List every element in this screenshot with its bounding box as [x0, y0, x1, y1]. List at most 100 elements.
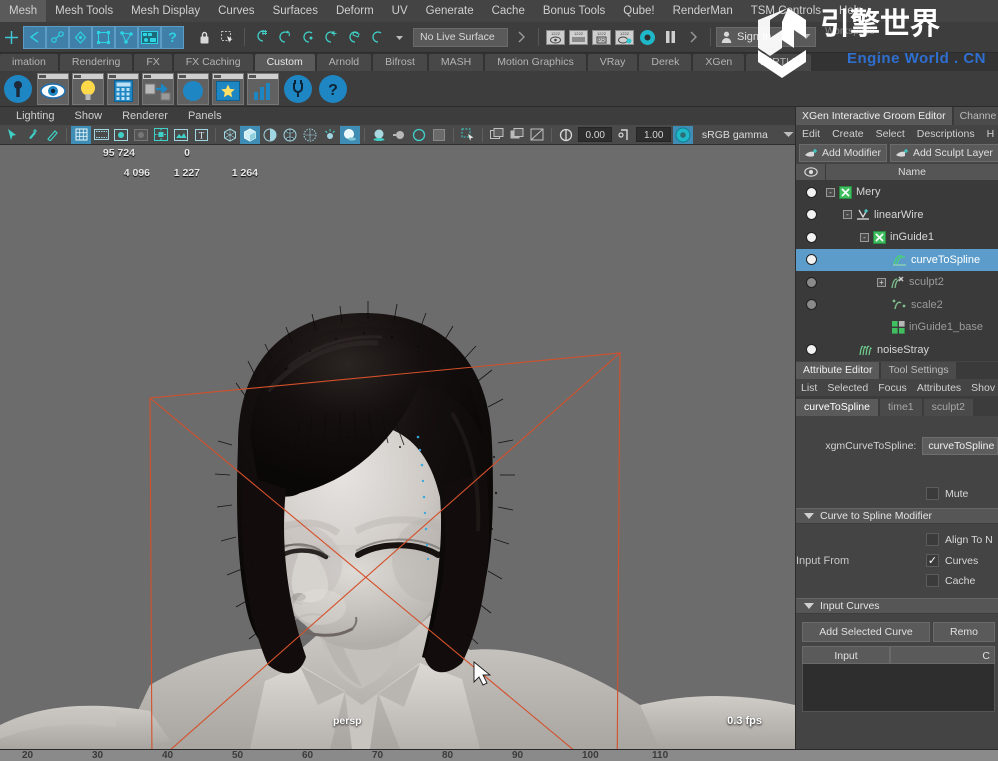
visibility-dot[interactable] — [805, 299, 817, 311]
select-mask-icon[interactable] — [216, 26, 239, 49]
render-settings-icon[interactable]: 1222 — [613, 26, 636, 49]
menu-item-qube-[interactable]: Qube! — [614, 0, 663, 22]
menu-item-cache[interactable]: Cache — [483, 0, 534, 22]
sculpt-brush-icon[interactable] — [42, 126, 62, 144]
input-curves-table-body[interactable] — [802, 664, 995, 712]
ae-menu-attributes[interactable]: Attributes — [912, 382, 966, 394]
render-current-frame-icon[interactable]: 1222 — [544, 26, 567, 49]
gamma-icon[interactable] — [614, 126, 634, 144]
shelf-tab-bifrost[interactable]: Bifrost — [373, 54, 427, 71]
menu-item-tsm-controls[interactable]: TSM Controls — [742, 0, 830, 22]
shelf-tab-turtle[interactable]: TURTLE — [746, 54, 811, 71]
menu-item-help[interactable]: Help — [830, 0, 872, 22]
expand-right-2-icon[interactable] — [682, 26, 705, 49]
input-column-header[interactable]: Input — [802, 646, 890, 664]
visibility-dot[interactable] — [805, 344, 817, 356]
ao-icon[interactable] — [369, 126, 389, 144]
select-tool-small-icon[interactable] — [2, 126, 22, 144]
chevron-down-icon[interactable] — [782, 127, 795, 143]
motion-blur-icon[interactable] — [389, 126, 409, 144]
xgen-menu-h[interactable]: H — [981, 128, 998, 140]
transfer-icon[interactable] — [142, 72, 174, 105]
viewport-menu-lighting[interactable]: Lighting — [6, 110, 65, 122]
color-transform-value[interactable]: sRGB gamma — [695, 126, 783, 143]
xgen-menu-edit[interactable]: Edit — [796, 128, 826, 140]
visibility-toggle[interactable] — [796, 254, 826, 266]
gamma-value[interactable]: 1.00 — [636, 127, 671, 142]
add-sculpt-layer-button[interactable]: Add Sculpt Layer — [889, 144, 998, 162]
exposure-value[interactable]: 0.00 — [578, 127, 613, 142]
snap-dropdown-icon[interactable] — [388, 26, 411, 49]
cache-checkbox[interactable] — [926, 574, 939, 587]
tree-row-linearwire[interactable]: - linearWire — [796, 204, 998, 227]
moon-icon[interactable] — [177, 72, 209, 105]
snap-curve-icon[interactable] — [273, 26, 296, 49]
menu-item-bonus-tools[interactable]: Bonus Tools — [534, 0, 614, 22]
node-tab-sculpt2[interactable]: sculpt2 — [923, 399, 973, 416]
grid-display-icon[interactable] — [71, 125, 91, 144]
component-edge-icon[interactable] — [115, 25, 138, 49]
expand-right-icon[interactable] — [510, 26, 533, 49]
tree-expander[interactable]: + — [877, 277, 886, 287]
eye-icon[interactable] — [37, 72, 69, 105]
component-uv-icon[interactable] — [138, 25, 161, 49]
visibility-toggle[interactable] — [796, 276, 826, 288]
xray-display-icon[interactable] — [300, 126, 320, 144]
exposure-icon[interactable] — [556, 126, 576, 144]
shelf-tab-xgen[interactable]: XGen — [693, 54, 745, 71]
xgen-menu-select[interactable]: Select — [870, 128, 911, 140]
viewport-menu-panels[interactable]: Panels — [178, 110, 232, 122]
isolate-select-icon[interactable] — [458, 126, 478, 144]
shelf-tab-vray[interactable]: VRay — [587, 54, 638, 71]
use-all-lights-icon[interactable] — [320, 126, 340, 144]
visibility-dot[interactable] — [805, 186, 817, 198]
menu-item-mesh-tools[interactable]: Mesh Tools — [46, 0, 122, 22]
tree-row-inguide1-base[interactable]: inGuide1_base — [796, 316, 998, 339]
visibility-column-header[interactable] — [796, 164, 826, 180]
ae-tab-attribute-editor[interactable]: Attribute Editor — [796, 362, 880, 379]
tree-expander[interactable]: - — [843, 210, 852, 220]
screen-space-ao-icon[interactable] — [429, 126, 449, 144]
menu-item-curves[interactable]: Curves — [209, 0, 263, 22]
time-slider[interactable]: 20 30 40 50 60 70 80 90 100 110 — [0, 749, 998, 761]
xgen-tab-channe[interactable]: Channe — [953, 107, 998, 125]
node-name-field[interactable]: curveToSpline — [922, 437, 998, 455]
snap-projected-icon[interactable] — [319, 26, 342, 49]
multisample-icon[interactable] — [409, 126, 429, 144]
menu-item-mesh[interactable]: Mesh — [0, 0, 47, 22]
xgen-menu-descriptions[interactable]: Descriptions — [911, 128, 981, 140]
select-by-object-icon[interactable] — [46, 25, 69, 49]
panel-copy-icon[interactable] — [507, 126, 527, 144]
ipr-pr-icon[interactable]: 1222 PR — [590, 26, 613, 49]
shelf-tab-custom[interactable]: Custom — [254, 54, 315, 71]
shelf-tab-derek[interactable]: Derek — [639, 54, 692, 71]
sign-in-button[interactable]: Sign In — [716, 27, 816, 47]
align-to-n-checkbox[interactable] — [926, 533, 939, 546]
key-icon[interactable] — [2, 73, 34, 105]
render-view-toggle-icon[interactable] — [636, 26, 659, 49]
menu-item-surfaces[interactable]: Surfaces — [264, 0, 327, 22]
help-icon[interactable]: ? — [317, 73, 349, 105]
visibility-toggle[interactable] — [796, 231, 826, 243]
image-plane-icon[interactable] — [171, 126, 191, 144]
ae-menu-selected[interactable]: Selected — [822, 382, 873, 394]
menu-item-mesh-display[interactable]: Mesh Display — [122, 0, 209, 22]
tree-expander[interactable]: - — [826, 187, 835, 197]
node-tab-curvetospline[interactable]: curveToSpline — [796, 399, 878, 416]
curves-checkbox[interactable]: ✓ — [926, 554, 939, 567]
star-image-icon[interactable] — [212, 72, 244, 105]
select-by-hierarchy-icon[interactable] — [23, 25, 46, 49]
exposure-toggle-icon[interactable] — [151, 126, 171, 144]
tree-row-scale2[interactable]: scale2 — [796, 294, 998, 317]
live-surface-field[interactable]: No Live Surface — [413, 27, 508, 47]
shelf-tab-fx-caching[interactable]: FX Caching — [173, 54, 253, 71]
menu-item-uv[interactable]: UV — [383, 0, 417, 22]
viewport-3d-canvas[interactable]: 95 724 0 4 096 1 227 1 264 persp 0.3 fps — [0, 145, 795, 749]
ae-menu-shov[interactable]: Shov — [966, 382, 998, 394]
snap-point-icon[interactable] — [296, 26, 319, 49]
smooth-shaded-icon[interactable] — [240, 125, 260, 144]
film-gate-icon[interactable] — [91, 126, 111, 144]
snap-magnet-icon[interactable] — [365, 26, 388, 49]
tree-row-mery[interactable]: - Mery — [796, 181, 998, 204]
ae-menu-focus[interactable]: Focus — [873, 382, 912, 394]
